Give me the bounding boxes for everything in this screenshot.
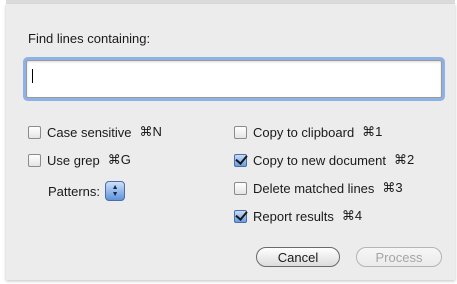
option-use-grep[interactable]: Use grep ⌘G bbox=[28, 151, 131, 169]
copy-to-new-document-shortcut: ⌘2 bbox=[393, 152, 415, 167]
patterns-popup-button[interactable]: ▲ ▼ bbox=[105, 181, 126, 201]
report-results-checkbox[interactable] bbox=[234, 209, 247, 223]
text-caret bbox=[32, 69, 33, 83]
case-sensitive-shortcut: ⌘N bbox=[139, 124, 162, 139]
copy-to-clipboard-label: Copy to clipboard bbox=[253, 124, 355, 140]
copy-to-new-document-checkbox[interactable] bbox=[234, 153, 247, 167]
prompt-label: Find lines containing: bbox=[28, 31, 151, 46]
option-delete-matched-lines[interactable]: Delete matched lines ⌘3 bbox=[234, 179, 403, 197]
process-button[interactable]: Process bbox=[356, 247, 442, 267]
patterns-row: Patterns: ▲ ▼ bbox=[48, 181, 126, 201]
case-sensitive-checkbox[interactable] bbox=[28, 125, 41, 139]
option-copy-to-new-document[interactable]: Copy to new document ⌘2 bbox=[234, 151, 414, 169]
down-arrow-icon: ▼ bbox=[111, 191, 119, 198]
report-results-label: Report results bbox=[253, 208, 334, 224]
case-sensitive-label: Case sensitive bbox=[47, 124, 132, 140]
use-grep-checkbox[interactable] bbox=[28, 153, 41, 167]
copy-to-clipboard-checkbox[interactable] bbox=[234, 125, 247, 139]
use-grep-shortcut: ⌘G bbox=[107, 152, 131, 167]
cancel-button[interactable]: Cancel bbox=[256, 247, 340, 267]
use-grep-label: Use grep bbox=[47, 152, 100, 168]
patterns-label: Patterns: bbox=[48, 183, 101, 199]
report-results-shortcut: ⌘4 bbox=[341, 208, 363, 223]
copy-to-clipboard-shortcut: ⌘1 bbox=[362, 124, 383, 139]
search-input[interactable] bbox=[26, 60, 442, 98]
delete-matched-lines-shortcut: ⌘3 bbox=[382, 180, 403, 195]
delete-matched-lines-checkbox[interactable] bbox=[234, 181, 247, 195]
option-case-sensitive[interactable]: Case sensitive ⌘N bbox=[28, 123, 162, 141]
option-report-results[interactable]: Report results ⌘4 bbox=[234, 207, 362, 225]
up-arrow-icon: ▲ bbox=[111, 184, 119, 191]
option-copy-to-clipboard[interactable]: Copy to clipboard ⌘1 bbox=[234, 123, 382, 141]
copy-to-new-document-label: Copy to new document bbox=[253, 152, 386, 168]
delete-matched-lines-label: Delete matched lines bbox=[253, 180, 375, 196]
